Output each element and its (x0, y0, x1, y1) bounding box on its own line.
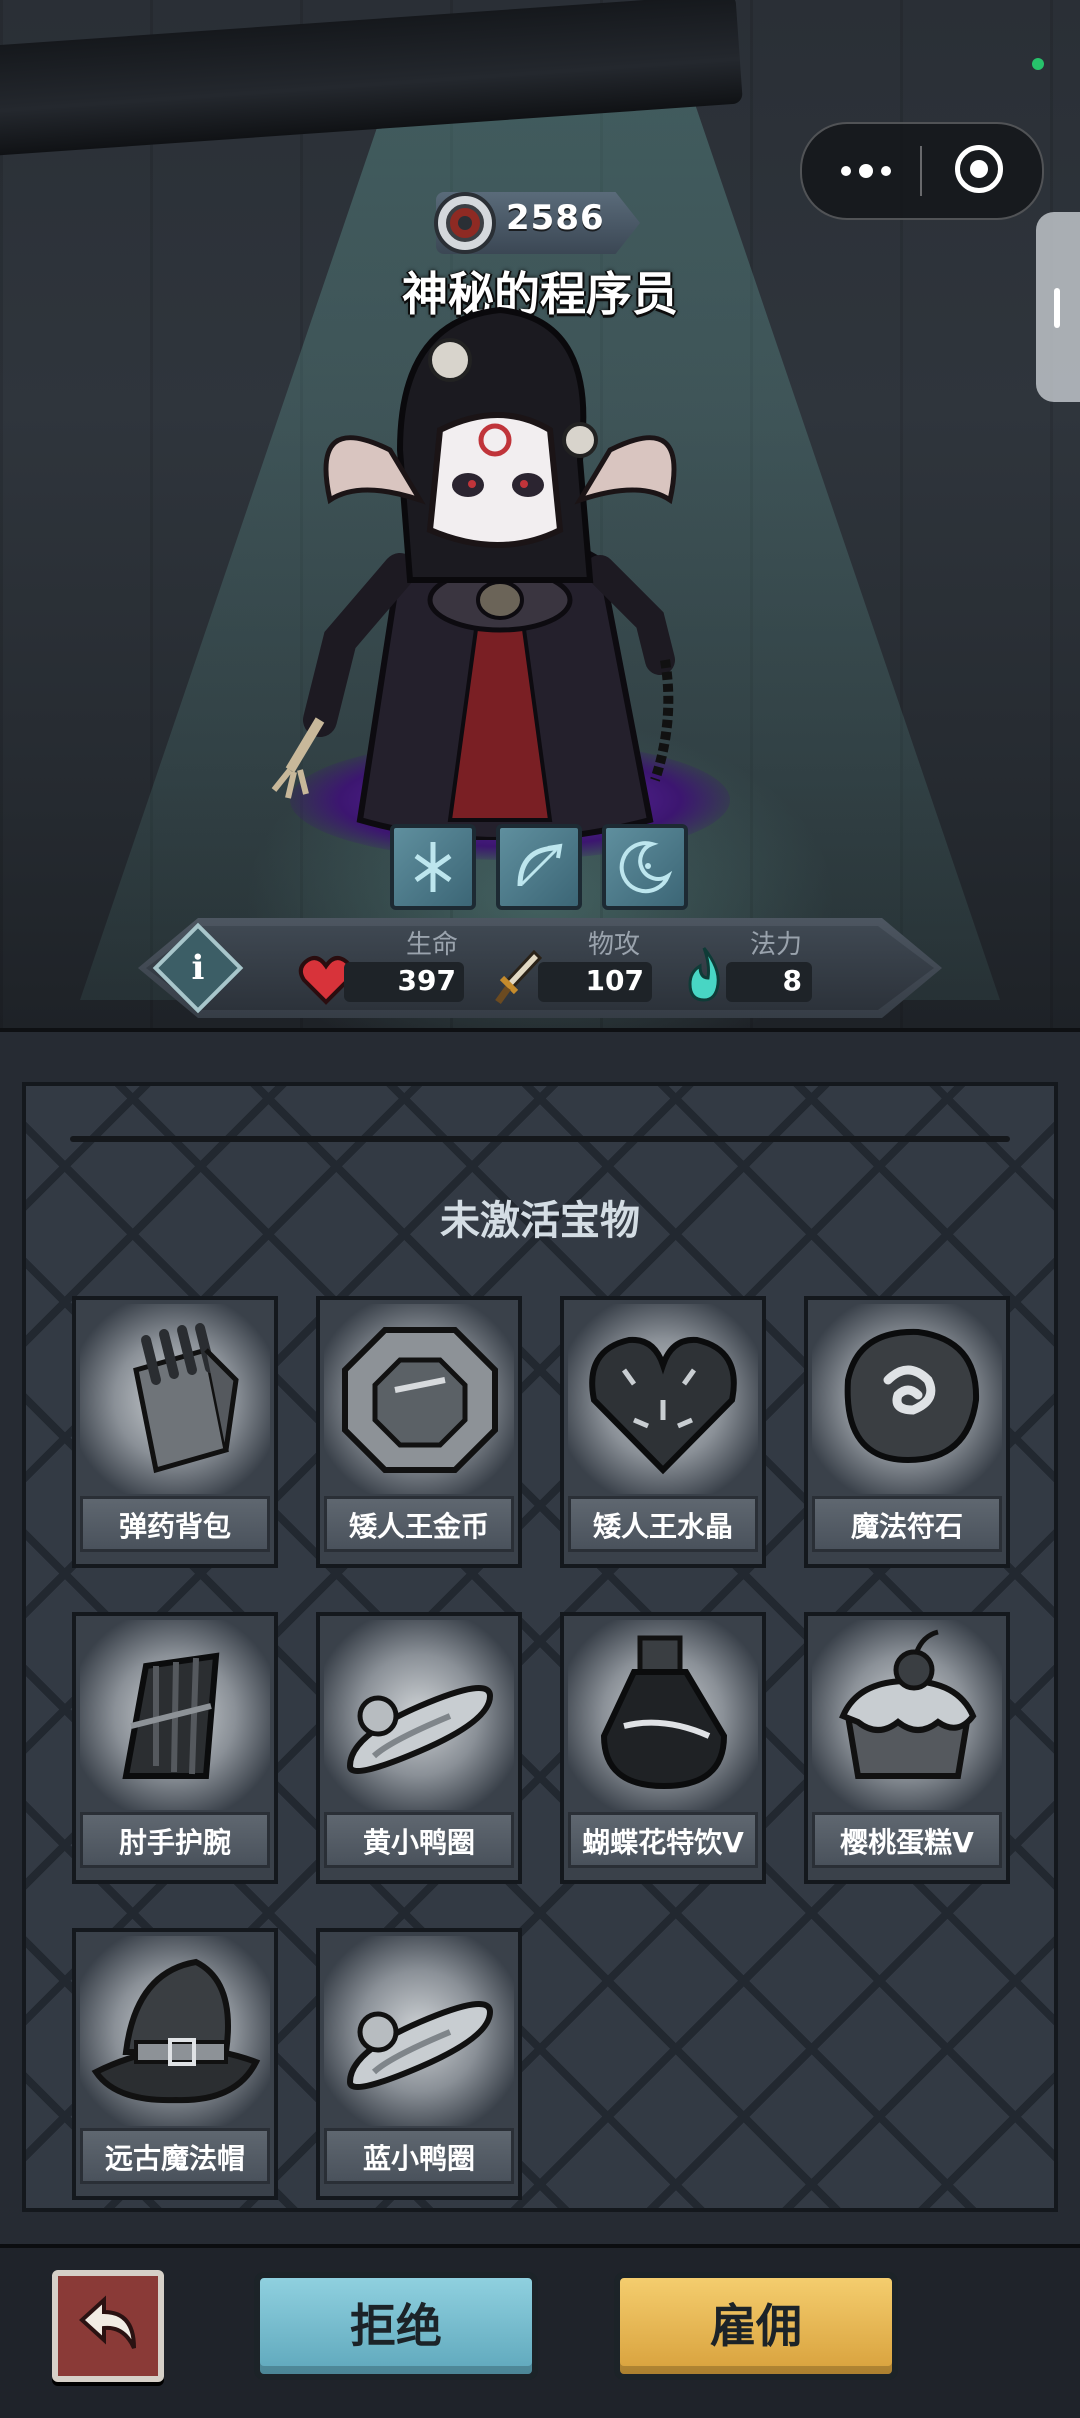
status-dot-icon (1032, 58, 1044, 70)
blue-duck-ring-icon (346, 2001, 494, 2090)
treasure-section-title: 未激活宝物 (440, 1198, 640, 1244)
miniprogram-capsule (800, 122, 1044, 220)
mp-label: 法力 (750, 930, 803, 960)
item-label: 远古魔法帽 (80, 2128, 270, 2184)
back-button[interactable] (52, 2270, 164, 2382)
return-arrow-icon (79, 2295, 136, 2349)
hero-stats-bar: i 生命 397 物攻 107 法力 8 (138, 918, 942, 1018)
potion-icon (600, 1635, 728, 1790)
item-label: 矮人王金币 (324, 1496, 514, 1552)
treasure-item-blue-duck-ring[interactable]: 蓝小鸭圈 (316, 1928, 522, 2200)
item-label: 蝴蝶花特饮V (568, 1812, 758, 1868)
item-label: 肘手护腕 (80, 1812, 270, 1868)
skill-rune-icon (414, 842, 452, 892)
hp-label: 生命 (406, 930, 459, 960)
item-label: 弹药背包 (80, 1496, 270, 1552)
close-target-icon[interactable] (955, 145, 1003, 193)
capsule-divider (920, 146, 922, 196)
cherry-cake-icon (839, 1629, 977, 1779)
ancient-magic-hat-icon (91, 1958, 261, 2104)
item-label: 樱桃蛋糕V (812, 1812, 1002, 1868)
hp-value: 397 (397, 964, 456, 997)
item-label: 魔法符石 (812, 1496, 1002, 1552)
power-value: 2586 (506, 198, 605, 238)
more-menu-icon[interactable] (836, 142, 896, 200)
reject-button[interactable]: 拒绝 (254, 2272, 538, 2380)
atk-label: 物攻 (588, 930, 641, 960)
treasure-item-ancient-magic-hat[interactable]: 远古魔法帽 (72, 1928, 278, 2200)
item-label: 矮人王水晶 (568, 1496, 758, 1552)
treasure-item-ammo-bag[interactable]: 弹药背包 (72, 1296, 278, 1568)
item-label: 蓝小鸭圈 (324, 2128, 514, 2184)
treasure-item-magic-rune-stone[interactable]: 魔法符石 (804, 1296, 1010, 1568)
treasure-item-dwarf-coin[interactable]: 矮人王金币 (316, 1296, 522, 1568)
hero-character-portrait (271, 306, 677, 840)
ammo-bag-icon (133, 1323, 239, 1474)
treasure-item-butterfly-drink[interactable]: 蝴蝶花特饮V (560, 1612, 766, 1884)
treasure-item-dwarf-crystal[interactable]: 矮人王水晶 (560, 1296, 766, 1568)
hire-button[interactable]: 雇佣 (614, 2272, 898, 2380)
atk-value: 107 (585, 964, 644, 997)
treasure-item-yellow-duck-ring[interactable]: 黄小鸭圈 (316, 1612, 522, 1884)
power-crosshair-icon (434, 192, 496, 254)
item-label: 黄小鸭圈 (324, 1812, 514, 1868)
treasure-item-bracer[interactable]: 肘手护腕 (72, 1612, 278, 1884)
sword-icon (495, 949, 542, 1005)
skill-slot-2[interactable] (496, 824, 582, 910)
magic-rune-stone-icon (844, 1328, 980, 1464)
treasure-item-cherry-cake[interactable]: 樱桃蛋糕V (804, 1612, 1010, 1884)
dwarf-coin-icon (342, 1327, 498, 1473)
yellow-duck-ring-icon (346, 1685, 494, 1774)
info-icon: i (191, 948, 205, 988)
mp-value: 8 (782, 964, 802, 997)
skill-moon-icon (619, 841, 673, 894)
board-divider (70, 1136, 1010, 1142)
skill-slot-1[interactable] (390, 824, 476, 910)
side-drawer-handle[interactable] (1036, 212, 1080, 402)
skill-slot-3[interactable] (602, 824, 688, 910)
dwarf-crystal-icon (589, 1336, 737, 1475)
mana-flame-icon (688, 947, 720, 1002)
skill-bow-icon (517, 843, 563, 887)
bracer-icon (122, 1652, 220, 1779)
